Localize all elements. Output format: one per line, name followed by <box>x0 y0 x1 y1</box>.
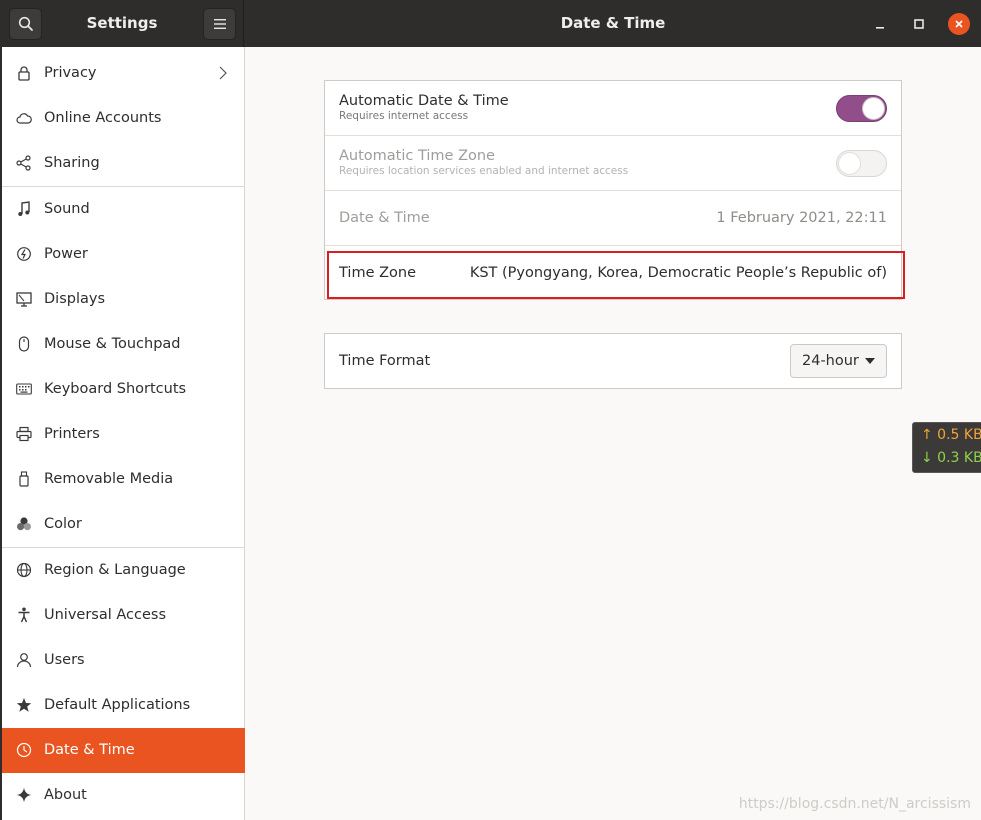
chevron-down-icon <box>865 358 875 364</box>
sidebar: Privacy Online Accounts Sharing Sound Po… <box>0 47 245 820</box>
sidebar-title: Settings <box>86 14 158 32</box>
display-icon <box>16 291 32 307</box>
sidebar-item-label: Region & Language <box>44 562 186 578</box>
sidebar-item-label: Mouse & Touchpad <box>44 336 181 352</box>
usb-drive-icon <box>16 471 32 487</box>
sidebar-item-sound[interactable]: Sound <box>2 187 245 232</box>
time-format-value: 24-hour <box>802 353 859 369</box>
date-time-row[interactable]: Date & Time 1 February 2021, 22:11 <box>325 191 901 246</box>
sidebar-item-label: Color <box>44 516 82 532</box>
switch-knob <box>838 152 861 175</box>
header-bar: Settings Date & Time <box>0 0 981 47</box>
globe-icon <box>16 562 32 578</box>
hamburger-menu-icon <box>213 19 226 29</box>
maximize-button[interactable] <box>908 13 930 35</box>
sparkle-icon <box>16 787 32 803</box>
upload-speed: ↑ 0.5 KB <box>921 427 981 443</box>
auto-timezone-title: Automatic Time Zone <box>339 148 495 164</box>
lock-icon <box>16 65 32 81</box>
chevron-right-icon <box>219 66 227 80</box>
sidebar-item-region-language[interactable]: Region & Language <box>2 548 245 593</box>
net-speed-widget: ↑ 0.5 KB ↓ 0.3 KB <box>912 422 981 473</box>
sidebar-item-label: Keyboard Shortcuts <box>44 381 187 397</box>
sidebar-item-label: Removable Media <box>44 471 174 487</box>
sidebar-item-label: Default Applications <box>44 697 191 713</box>
date-time-value: 1 February 2021, 22:11 <box>716 210 887 226</box>
sidebar-item-default-applications[interactable]: Default Applications <box>2 683 245 728</box>
minimize-icon <box>876 27 884 29</box>
sidebar-item-keyboard-shortcuts[interactable]: Keyboard Shortcuts <box>2 367 245 412</box>
sidebar-item-printers[interactable]: Printers <box>2 412 245 457</box>
sidebar-item-label: Power <box>44 246 88 262</box>
sidebar-item-privacy[interactable]: Privacy <box>2 51 245 96</box>
sidebar-item-label: Sharing <box>44 155 100 171</box>
auto-date-time-row[interactable]: Automatic Date & Time Requires internet … <box>325 81 901 136</box>
star-icon <box>16 697 32 713</box>
sidebar-item-online-accounts[interactable]: Online Accounts <box>2 96 245 141</box>
sidebar-item-date-time[interactable]: Date & Time <box>2 728 245 773</box>
time-format-row: Time Format 24-hour <box>325 334 901 389</box>
sidebar-item-label: Printers <box>44 426 100 442</box>
search-button[interactable] <box>9 8 42 40</box>
main-content: Automatic Date & Time Requires internet … <box>245 47 981 820</box>
watermark: https://blog.csdn.net/N_arcissism <box>738 796 971 812</box>
search-icon <box>18 16 33 31</box>
auto-date-time-switch[interactable] <box>836 95 887 122</box>
accessibility-icon <box>16 607 32 623</box>
sidebar-item-sharing[interactable]: Sharing <box>2 141 245 186</box>
menu-button[interactable] <box>203 8 236 40</box>
user-icon <box>16 652 32 668</box>
date-time-title: Date & Time <box>339 210 430 226</box>
time-format-panel: Time Format 24-hour <box>324 333 902 389</box>
download-speed: ↓ 0.3 KB <box>921 450 981 466</box>
sidebar-item-color[interactable]: Color <box>2 502 245 547</box>
sidebar-item-removable-media[interactable]: Removable Media <box>2 457 245 502</box>
highlight-annotation <box>327 251 905 299</box>
sidebar-item-label: Online Accounts <box>44 110 162 126</box>
settings-window: Settings Date & Time Privacy Online Acco… <box>0 0 981 820</box>
sidebar-item-users[interactable]: Users <box>2 638 245 683</box>
auto-date-time-subtitle: Requires internet access <box>339 110 469 122</box>
sidebar-item-label: Date & Time <box>44 742 135 758</box>
switch-knob <box>862 97 885 120</box>
time-format-dropdown[interactable]: 24-hour <box>790 344 887 378</box>
sidebar-header: Settings <box>0 0 244 47</box>
sidebar-item-label: Universal Access <box>44 607 167 623</box>
sidebar-item-about[interactable]: About <box>2 773 245 818</box>
auto-timezone-row[interactable]: Automatic Time Zone Requires location se… <box>325 136 901 191</box>
sidebar-item-label: Privacy <box>44 65 97 81</box>
printer-icon <box>16 426 32 442</box>
music-note-icon <box>16 201 32 217</box>
power-icon <box>16 246 32 262</box>
share-icon <box>16 155 32 171</box>
close-icon <box>955 20 963 28</box>
sidebar-item-label: About <box>44 787 87 803</box>
sidebar-item-mouse-touchpad[interactable]: Mouse & Touchpad <box>2 322 245 367</box>
sidebar-item-label: Sound <box>44 201 90 217</box>
color-circles-icon <box>16 516 32 532</box>
auto-date-time-title: Automatic Date & Time <box>339 93 509 109</box>
keyboard-icon <box>16 381 32 397</box>
sidebar-item-universal-access[interactable]: Universal Access <box>2 593 245 638</box>
clock-icon <box>16 742 32 758</box>
cloud-icon <box>16 110 32 126</box>
close-button[interactable] <box>948 13 970 35</box>
sidebar-item-label: Users <box>44 652 85 668</box>
sidebar-item-power[interactable]: Power <box>2 232 245 277</box>
sidebar-item-label: Displays <box>44 291 106 307</box>
auto-timezone-switch[interactable] <box>836 150 887 177</box>
sidebar-item-displays[interactable]: Displays <box>2 277 245 322</box>
minimize-button[interactable] <box>869 13 891 35</box>
time-format-title: Time Format <box>339 353 431 369</box>
maximize-icon <box>914 19 924 29</box>
mouse-icon <box>16 336 32 352</box>
auto-timezone-subtitle: Requires location services enabled and i… <box>339 165 629 177</box>
